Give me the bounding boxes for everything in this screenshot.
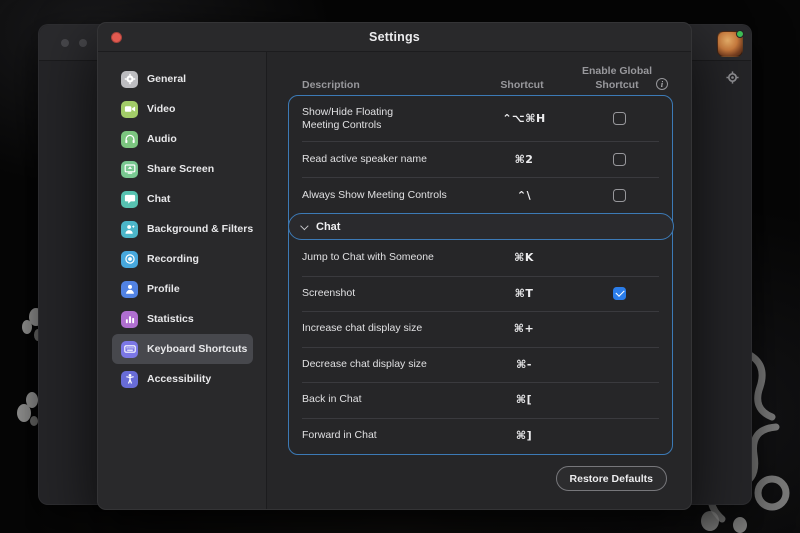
chat-bubble-icon: [121, 191, 138, 208]
shortcut-keys[interactable]: ⌘+: [469, 322, 579, 335]
sidebar-item-label: Recording: [147, 253, 199, 265]
settings-sidebar: General Video Audio Share Screen Chat Backgro…: [98, 52, 267, 509]
keyboard-icon: [121, 341, 138, 358]
shortcut-keys[interactable]: ⌘K: [469, 251, 579, 264]
bar-chart-icon: [121, 311, 138, 328]
shortcut-row: Decrease chat display size⌘-: [289, 347, 672, 383]
close-button[interactable]: [111, 32, 122, 43]
sidebar-item-profile[interactable]: Profile: [112, 274, 253, 304]
shortcuts-table: Show/Hide Floating Meeting Controls⌃⌥⌘HR…: [288, 95, 673, 455]
shortcut-row: Jump to Chat with Someone⌘K: [289, 240, 672, 276]
chat-section-header[interactable]: Chat: [288, 213, 674, 240]
settings-titlebar: Settings: [98, 23, 691, 52]
shortcut-description: Forward in Chat: [302, 429, 469, 442]
shortcut-keys[interactable]: ⌃\: [469, 189, 579, 202]
shortcut-description: Always Show Meeting Controls: [302, 189, 469, 202]
shortcut-row: Screenshot⌘T: [289, 276, 672, 312]
user-avatar[interactable]: [717, 31, 743, 57]
shortcut-keys[interactable]: ⌘T: [469, 287, 579, 300]
shortcut-keys[interactable]: ⌃⌥⌘H: [469, 112, 579, 125]
headphones-icon: [121, 131, 138, 148]
column-header-shortcut: Shortcut: [462, 79, 582, 91]
desktop: Settings General Video Audio Share Screen Ch…: [0, 0, 800, 533]
settings-window: Settings General Video Audio Share Screen Ch…: [97, 22, 692, 510]
shortcut-description: Screenshot: [302, 287, 469, 300]
person-icon: [121, 281, 138, 298]
record-icon: [121, 251, 138, 268]
shortcut-description: Back in Chat: [302, 393, 469, 406]
global-shortcut-checkbox[interactable]: [613, 189, 626, 202]
sidebar-item-statistics[interactable]: Statistics: [112, 304, 253, 334]
sidebar-item-label: Chat: [147, 193, 170, 205]
sidebar-item-label: Statistics: [147, 313, 194, 325]
video-camera-icon: [121, 101, 138, 118]
info-icon[interactable]: i: [656, 78, 668, 90]
gear-icon: [121, 71, 138, 88]
sidebar-item-accessibility[interactable]: Accessibility: [112, 364, 253, 394]
shortcut-row: Forward in Chat⌘]: [289, 418, 672, 454]
shortcut-description: Increase chat display size: [302, 322, 469, 335]
sidebar-item-general[interactable]: General: [112, 64, 253, 94]
shortcut-keys[interactable]: ⌘[: [469, 393, 579, 406]
global-shortcut-checkbox[interactable]: [613, 112, 626, 125]
sidebar-item-label: Background & Filters: [147, 223, 253, 235]
shortcut-description: Read active speaker name: [302, 153, 469, 166]
chevron-down-icon: [300, 222, 308, 230]
sidebar-item-label: Share Screen: [147, 163, 214, 175]
online-status-dot: [736, 30, 744, 38]
shortcut-row: Increase chat display size⌘+: [289, 311, 672, 347]
sidebar-item-audio[interactable]: Audio: [112, 124, 253, 154]
chat-section-label: Chat: [316, 221, 340, 233]
shortcut-row: Always Show Meeting Controls⌃\: [289, 177, 672, 213]
sidebar-item-label: Accessibility: [147, 373, 211, 385]
settings-content: Description Shortcut Enable Global Short…: [267, 52, 691, 509]
accessibility-icon: [121, 371, 138, 388]
sidebar-item-video[interactable]: Video: [112, 94, 253, 124]
sidebar-item-recording[interactable]: Recording: [112, 244, 253, 274]
sidebar-item-background-filters[interactable]: Background & Filters: [112, 214, 253, 244]
sidebar-item-share-screen[interactable]: Share Screen: [112, 154, 253, 184]
person-filter-icon: [121, 221, 138, 238]
window-title: Settings: [369, 30, 420, 44]
sidebar-item-chat[interactable]: Chat: [112, 184, 253, 214]
shortcut-row: Read active speaker name⌘2: [289, 141, 672, 177]
share-screen-icon: [121, 161, 138, 178]
shortcut-description: Show/Hide Floating Meeting Controls: [302, 106, 469, 132]
sidebar-item-label: General: [147, 73, 186, 85]
shortcut-keys[interactable]: ⌘2: [469, 153, 579, 166]
shortcut-description: Decrease chat display size: [302, 358, 469, 371]
shortcut-row: Back in Chat⌘[: [289, 382, 672, 418]
sidebar-item-label: Audio: [147, 133, 177, 145]
sidebar-item-label: Profile: [147, 283, 180, 295]
sidebar-item-label: Video: [147, 103, 175, 115]
shortcut-keys[interactable]: ⌘-: [469, 358, 579, 371]
column-header-description: Description: [302, 79, 360, 91]
shortcut-description: Jump to Chat with Someone: [302, 251, 469, 264]
column-header-enable-global: Enable Global Shortcut: [567, 65, 667, 92]
restore-defaults-button[interactable]: Restore Defaults: [556, 466, 667, 491]
gear-icon[interactable]: [726, 71, 739, 84]
minimize-icon[interactable]: [79, 39, 87, 47]
sidebar-item-label: Keyboard Shortcuts: [147, 343, 247, 355]
close-icon[interactable]: [61, 39, 69, 47]
global-shortcut-checkbox[interactable]: [613, 153, 626, 166]
global-shortcut-checkbox[interactable]: [613, 287, 626, 300]
sidebar-item-keyboard-shortcuts[interactable]: Keyboard Shortcuts: [112, 334, 253, 364]
shortcut-row: Show/Hide Floating Meeting Controls⌃⌥⌘H: [289, 96, 672, 141]
shortcut-keys[interactable]: ⌘]: [469, 429, 579, 442]
